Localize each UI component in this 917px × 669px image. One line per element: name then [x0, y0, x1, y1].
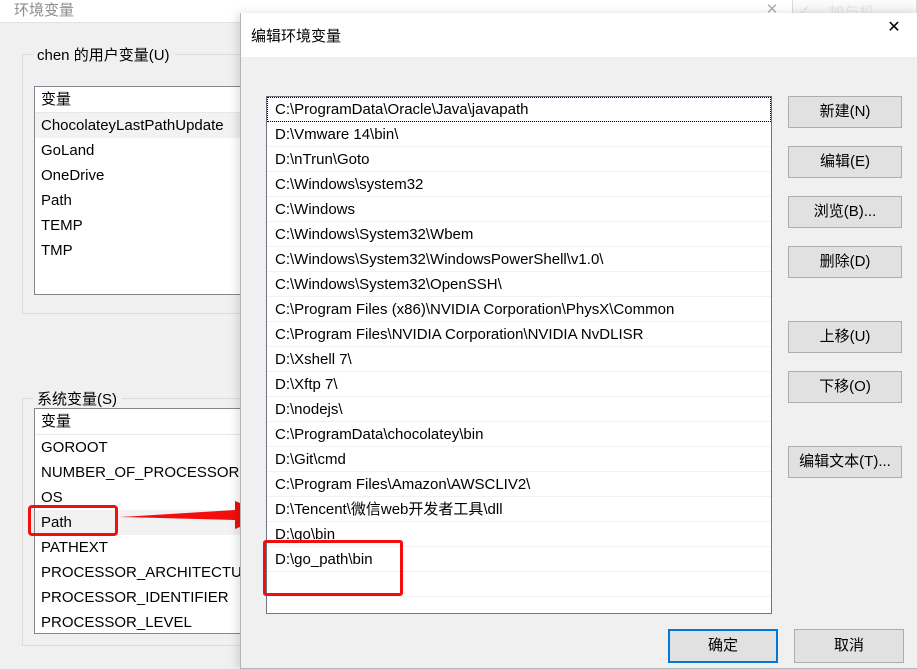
user-variables-legend: chen 的用户变量(U) [33, 44, 175, 65]
move-down-button[interactable]: 下移(O) [788, 371, 902, 403]
move-up-button[interactable]: 上移(U) [788, 321, 902, 353]
dialog-body: C:\ProgramData\Oracle\Java\javapath D:\Vm… [241, 57, 917, 668]
browse-button[interactable]: 浏览(B)... [788, 196, 902, 228]
edit-button[interactable]: 编辑(E) [788, 146, 902, 178]
path-entry-empty-row[interactable] [267, 597, 771, 613]
path-entry-row[interactable]: C:\Windows [267, 197, 771, 222]
path-entry-row[interactable]: C:\ProgramData\chocolatey\bin [267, 422, 771, 447]
path-entry-row[interactable]: D:\Tencent\微信web开发者工具\dll [267, 497, 771, 522]
path-entry-row[interactable]: C:\Program Files\Amazon\AWSCLIV2\ [267, 472, 771, 497]
path-entry-row[interactable]: D:\Git\cmd [267, 447, 771, 472]
path-entry-row[interactable]: C:\Windows\System32\OpenSSH\ [267, 272, 771, 297]
path-entry-row[interactable]: C:\Program Files (x86)\NVIDIA Corporatio… [267, 297, 771, 322]
path-entry-row[interactable]: D:\Xshell 7\ [267, 347, 771, 372]
path-entry-row[interactable]: D:\Vmware 14\bin\ [267, 122, 771, 147]
path-entry-row[interactable]: D:\go_path\bin [267, 547, 771, 572]
path-entry-empty-row[interactable] [267, 572, 771, 597]
delete-button[interactable]: 删除(D) [788, 246, 902, 278]
path-entry-row[interactable]: D:\go\bin [267, 522, 771, 547]
dialog-titlebar: 编辑环境变量 ✕ [241, 13, 917, 57]
edit-environment-variable-dialog: 编辑环境变量 ✕ C:\ProgramData\Oracle\Java\java… [240, 13, 917, 669]
close-icon[interactable]: ✕ [871, 13, 917, 43]
system-variables-legend: 系统变量(S) [33, 388, 122, 409]
cancel-button[interactable]: 取消 [794, 629, 904, 663]
edit-text-button[interactable]: 编辑文本(T)... [788, 446, 902, 478]
path-entries-list[interactable]: C:\ProgramData\Oracle\Java\javapath D:\Vm… [266, 96, 772, 614]
path-entry-row[interactable]: C:\Program Files\NVIDIA Corporation\NVID… [267, 322, 771, 347]
path-entry-row[interactable]: C:\Windows\system32 [267, 172, 771, 197]
path-entry-row[interactable]: D:\nTrun\Goto [267, 147, 771, 172]
path-entry-row[interactable]: C:\Windows\System32\Wbem [267, 222, 771, 247]
path-entry-row[interactable]: C:\Windows\System32\WindowsPowerShell\v1… [267, 247, 771, 272]
ok-button[interactable]: 确定 [668, 629, 778, 663]
dialog-title: 编辑环境变量 [251, 28, 342, 45]
new-button[interactable]: 新建(N) [788, 96, 902, 128]
background-window-title: 环境变量 [14, 2, 75, 19]
path-entry-row[interactable]: D:\nodejs\ [267, 397, 771, 422]
path-entry-row[interactable]: D:\Xftp 7\ [267, 372, 771, 397]
path-entry-row[interactable]: C:\ProgramData\Oracle\Java\javapath [267, 97, 771, 122]
